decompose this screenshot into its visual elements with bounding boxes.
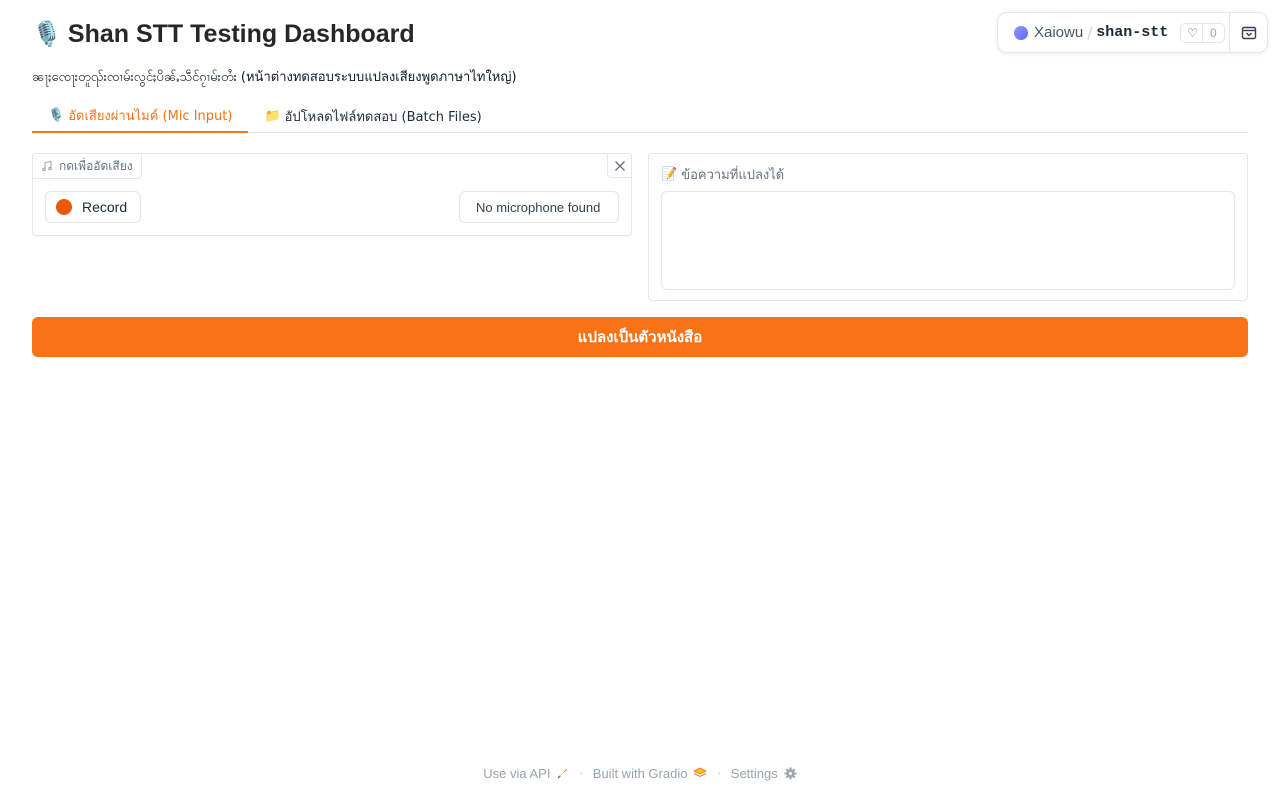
- gradio-logo-icon: [693, 767, 708, 778]
- microphone-select[interactable]: No microphone found: [459, 191, 619, 223]
- owner-avatar[interactable]: [1014, 25, 1028, 40]
- rocket-icon: [557, 768, 568, 779]
- page-title-text: Shan STT Testing Dashboard: [67, 19, 415, 48]
- settings-label: Settings: [730, 765, 778, 781]
- music-note-icon: [42, 160, 52, 172]
- microphone-icon: 🎙️: [32, 20, 62, 48]
- built-with-gradio-link[interactable]: Built with Gradio: [593, 766, 708, 781]
- collapse-icon: [1241, 26, 1256, 39]
- transcription-output-panel: 📝 ข้อความที่แปลงได้: [648, 153, 1248, 301]
- transcription-output-textarea[interactable]: [661, 191, 1235, 290]
- gear-icon: [784, 767, 797, 779]
- close-icon: [614, 160, 625, 171]
- space-badge: Xaiowu / shan-stt ♡ 0: [997, 12, 1268, 53]
- tab-bar: 🎙️ อัดเสียงผ่านไมค์ (Mic Input) 📁 อัปโหล…: [32, 100, 1248, 133]
- slash-divider: /: [1087, 23, 1093, 42]
- built-with-gradio-label: Built with Gradio: [592, 765, 688, 781]
- like-count: 0: [1210, 25, 1217, 40]
- space-name-link[interactable]: shan-stt: [1096, 24, 1168, 41]
- separator-dot: ·: [717, 767, 721, 779]
- collapse-header-button[interactable]: [1229, 13, 1267, 52]
- page-title: 🎙️ Shan STT Testing Dashboard: [32, 16, 415, 52]
- use-via-api-label: Use via API: [483, 765, 551, 781]
- record-button-label: Record: [82, 199, 128, 215]
- record-dot-icon: [56, 199, 72, 215]
- transcription-output-label-text: ข้อความที่แปลงได้: [681, 168, 785, 183]
- tab-label: อัดเสียงผ่านไมค์ (Mic Input): [68, 109, 233, 124]
- clear-audio-button[interactable]: [607, 153, 632, 178]
- tab-mic-input[interactable]: 🎙️ อัดเสียงผ่านไมค์ (Mic Input): [32, 100, 249, 133]
- space-owner-link[interactable]: Xaiowu: [1034, 24, 1083, 41]
- use-via-api-link[interactable]: Use via API: [483, 766, 569, 781]
- tab-label: อัปโหลดไฟล์ทดสอบ (Batch Files): [284, 110, 482, 125]
- microphone-select-value: No microphone found: [476, 199, 601, 215]
- audio-input-label-text: กดเพื่ออัดเสียง: [59, 158, 133, 173]
- audio-input-label: กดเพื่ออัดเสียง: [32, 153, 142, 179]
- heart-icon: ♡: [1181, 23, 1204, 42]
- microphone-icon: 🎙️: [48, 108, 65, 123]
- audio-input-panel: กดเพื่ออัดเสียง Record No microphone fou…: [32, 153, 632, 236]
- transcribe-button[interactable]: แปลงเป็นตัวหนังสือ: [32, 317, 1248, 357]
- footer: Use via API · Built with Gradio · Settin…: [0, 763, 1280, 783]
- settings-link[interactable]: Settings: [731, 766, 797, 781]
- like-button[interactable]: ♡ 0: [1180, 22, 1225, 43]
- record-button[interactable]: Record: [45, 191, 141, 223]
- folder-icon: 📁: [264, 109, 281, 124]
- tab-batch-files[interactable]: 📁 อัปโหลดไฟล์ทดสอบ (Batch Files): [248, 100, 497, 133]
- memo-icon: 📝: [661, 167, 678, 182]
- page-subtitle: ၼႃႈၸေႃးတူၺ်းၸၢမ်းလွင်ႈပိၼ်ႇသဵင်ၵႂၢမ်းတႆး…: [32, 70, 517, 85]
- transcription-output-label: 📝 ข้อความที่แปลงได้: [661, 164, 784, 185]
- separator-dot: ·: [579, 767, 583, 779]
